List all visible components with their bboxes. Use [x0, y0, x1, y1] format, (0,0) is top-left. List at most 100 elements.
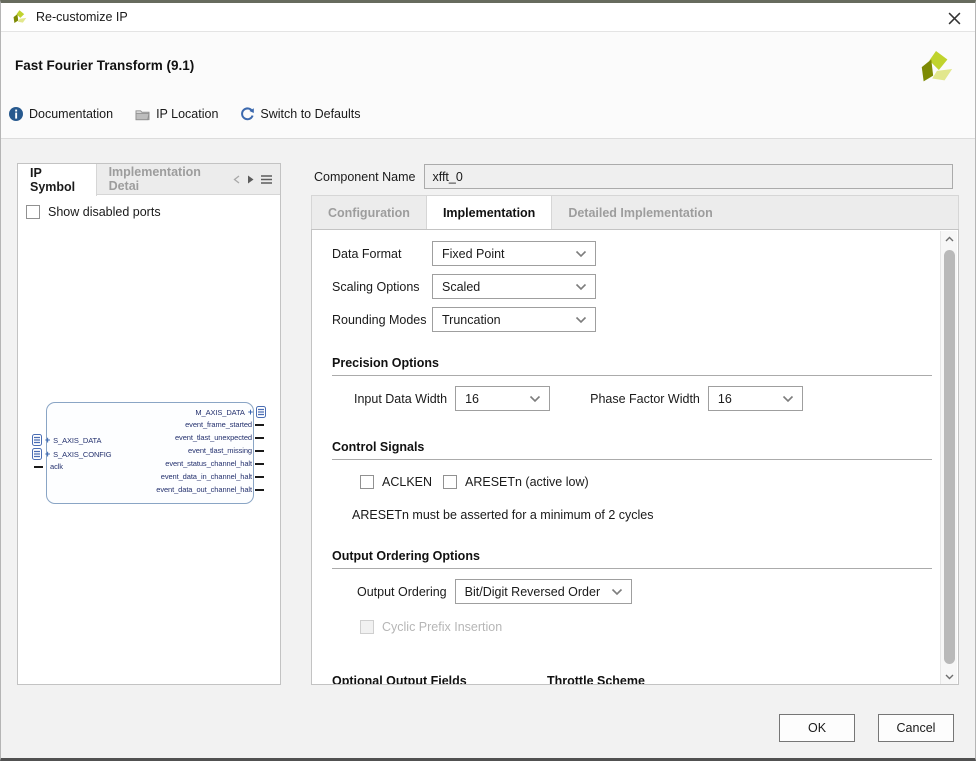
- tab-implementation-label: Implementation: [443, 206, 535, 220]
- close-icon[interactable]: [945, 9, 963, 27]
- scrollbar-thumb[interactable]: [944, 250, 955, 664]
- aclken-label: ACLKEN: [382, 475, 432, 489]
- port-label: S_AXIS_CONFIG: [53, 450, 111, 459]
- tab-detailed-implementation-label: Detailed Implementation: [568, 206, 712, 220]
- show-disabled-ports-checkbox[interactable]: [26, 205, 40, 219]
- ok-button-label: OK: [808, 721, 826, 735]
- port-event-frame-started: event_frame_started: [185, 420, 264, 429]
- throttle-scheme-header: Throttle Scheme: [547, 674, 645, 685]
- output-ordering-select[interactable]: Bit/Digit Reversed Order: [455, 579, 632, 604]
- main-tabstrip: Configuration Implementation Detailed Im…: [311, 195, 959, 229]
- output-ordering-label: Output Ordering: [357, 585, 447, 599]
- tab-detailed-implementation[interactable]: Detailed Implementation: [552, 196, 728, 229]
- scaling-options-select[interactable]: Scaled: [432, 274, 596, 299]
- output-ordering-options-header: Output Ordering Options: [332, 549, 932, 569]
- port-label: event_status_channel_halt: [165, 459, 252, 468]
- xilinx-logo: [917, 48, 955, 90]
- output-ordering-value: Bit/Digit Reversed Order: [465, 585, 600, 599]
- phase-factor-width-select[interactable]: 16: [708, 386, 803, 411]
- xilinx-logo-icon: [11, 9, 28, 26]
- port-pin-icon: [34, 466, 43, 468]
- ip-location-button[interactable]: IP Location: [135, 107, 218, 121]
- implementation-tab-content: Data Format Fixed Point Scaling Options …: [311, 229, 959, 685]
- port-pin-icon: [255, 476, 264, 478]
- port-pin-icon: [255, 424, 264, 426]
- component-name-input[interactable]: [424, 164, 953, 189]
- port-aclk: aclk: [34, 462, 63, 471]
- vertical-scrollbar[interactable]: [940, 231, 957, 685]
- switch-to-defaults-label: Switch to Defaults: [260, 107, 360, 121]
- phase-factor-width-value: 16: [718, 392, 732, 406]
- expand-icon[interactable]: +: [45, 450, 50, 458]
- chevron-right-icon[interactable]: [247, 175, 254, 184]
- chevron-down-icon: [575, 283, 587, 291]
- port-label: event_tlast_missing: [188, 446, 252, 455]
- aresetn-note: ARESETn must be asserted for a minimum o…: [352, 508, 654, 522]
- precision-options-header: Precision Options: [332, 356, 932, 376]
- scroll-up-icon[interactable]: [941, 231, 958, 247]
- cancel-button[interactable]: Cancel: [878, 714, 954, 742]
- input-data-width-value: 16: [465, 392, 479, 406]
- port-label: event_data_out_channel_halt: [156, 485, 252, 494]
- expand-icon[interactable]: +: [45, 436, 50, 444]
- input-data-width-label: Input Data Width: [354, 392, 447, 406]
- aresetn-label: ARESETn (active low): [465, 475, 589, 489]
- tab-implementation-details[interactable]: Implementation Detai: [97, 164, 233, 194]
- cancel-button-label: Cancel: [897, 721, 936, 735]
- port-label: event_tlast_unexpected: [175, 433, 252, 442]
- tab-configuration[interactable]: Configuration: [312, 196, 426, 229]
- tab-ip-symbol-label: IP Symbol: [30, 166, 84, 194]
- menu-icon[interactable]: [261, 175, 272, 184]
- ip-symbol-panel: IP Symbol Implementation Detai Show disa…: [17, 163, 281, 685]
- precision-widths-row: Input Data Width 16 Phase Factor Width 1…: [354, 386, 803, 411]
- port-label: event_data_in_channel_halt: [161, 472, 252, 481]
- optional-output-fields-header: Optional Output Fields: [332, 674, 467, 685]
- aresetn-checkbox[interactable]: [443, 475, 457, 489]
- port-event-tlast-missing: event_tlast_missing: [188, 446, 264, 455]
- rounding-modes-label: Rounding Modes: [332, 313, 432, 327]
- aclken-checkbox[interactable]: [360, 475, 374, 489]
- chevron-left-icon[interactable]: [233, 175, 240, 184]
- tab-ip-symbol[interactable]: IP Symbol: [18, 164, 97, 196]
- scaling-options-row: Scaling Options Scaled: [332, 274, 596, 299]
- bus-interface-icon: [256, 406, 266, 418]
- port-label: M_AXIS_DATA: [195, 408, 244, 417]
- cyclic-prefix-checkbox: [360, 620, 374, 634]
- control-signals-header: Control Signals: [332, 440, 932, 460]
- switch-to-defaults-button[interactable]: Switch to Defaults: [240, 107, 360, 121]
- port-label: aclk: [50, 462, 63, 471]
- input-data-width-select[interactable]: 16: [455, 386, 550, 411]
- ok-button[interactable]: OK: [779, 714, 855, 742]
- scroll-down-icon[interactable]: [941, 669, 958, 685]
- documentation-button[interactable]: Documentation: [9, 107, 113, 121]
- component-name-label: Component Name: [314, 170, 415, 184]
- chevron-down-icon: [529, 395, 541, 403]
- chevron-down-icon: [575, 250, 587, 258]
- port-event-tlast-unexpected: event_tlast_unexpected: [175, 433, 264, 442]
- expand-icon[interactable]: +: [248, 408, 253, 416]
- show-disabled-ports-label: Show disabled ports: [48, 205, 161, 219]
- tab-implementation[interactable]: Implementation: [426, 196, 552, 229]
- rounding-modes-select[interactable]: Truncation: [432, 307, 596, 332]
- ip-symbol-diagram: + S_AXIS_DATA + S_AXIS_CONFIG aclk M_AXI…: [30, 396, 270, 516]
- chevron-down-icon: [611, 588, 623, 596]
- phase-factor-width-label: Phase Factor Width: [590, 392, 700, 406]
- port-label: event_frame_started: [185, 420, 252, 429]
- data-format-value: Fixed Point: [442, 247, 505, 261]
- ip-location-label: IP Location: [156, 107, 218, 121]
- chevron-down-icon: [782, 395, 794, 403]
- port-event-status-channel-halt: event_status_channel_halt: [165, 459, 264, 468]
- info-icon: [9, 107, 23, 121]
- tab-implementation-details-label: Implementation Detai: [109, 165, 221, 193]
- port-event-data-in-channel-halt: event_data_in_channel_halt: [161, 472, 264, 481]
- window-title: Re-customize IP: [36, 10, 128, 24]
- data-format-select[interactable]: Fixed Point: [432, 241, 596, 266]
- port-pin-icon: [255, 437, 264, 439]
- port-pin-icon: [255, 450, 264, 452]
- port-label: S_AXIS_DATA: [53, 436, 101, 445]
- port-s-axis-config: + S_AXIS_CONFIG: [32, 448, 111, 460]
- refresh-icon: [240, 107, 254, 121]
- bus-interface-icon: [32, 434, 42, 446]
- documentation-label: Documentation: [29, 107, 113, 121]
- title-bar: Re-customize IP: [1, 3, 975, 32]
